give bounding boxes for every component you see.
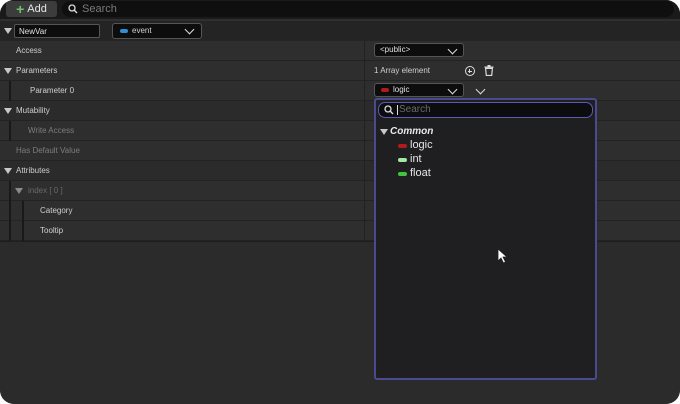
access-value: <public> bbox=[380, 45, 411, 54]
category-label: Category bbox=[40, 206, 73, 215]
logic-color-pill bbox=[398, 144, 407, 148]
indent-guide bbox=[9, 81, 11, 101]
add-button-label: Add bbox=[27, 3, 47, 15]
type-item-int[interactable]: int bbox=[410, 153, 422, 165]
indent-guide bbox=[22, 201, 24, 241]
int-color-pill bbox=[398, 158, 407, 162]
parameters-label: Parameters bbox=[16, 66, 58, 75]
add-element-icon[interactable] bbox=[465, 66, 475, 76]
parameter-0-label: Parameter 0 bbox=[30, 86, 75, 95]
variable-type-dropdown[interactable]: event bbox=[112, 23, 202, 39]
type-color-pill bbox=[120, 29, 128, 33]
plus-icon: + bbox=[16, 1, 25, 17]
mouse-cursor-icon bbox=[497, 248, 509, 264]
add-button[interactable]: + Add bbox=[6, 1, 57, 17]
trash-icon[interactable] bbox=[484, 65, 494, 76]
app-window: + Add Search NewVar event Access <public… bbox=[0, 0, 680, 404]
type-item-logic[interactable]: logic bbox=[410, 139, 433, 151]
search-icon bbox=[384, 105, 394, 115]
access-label: Access bbox=[16, 46, 42, 55]
mutability-label: Mutability bbox=[16, 106, 50, 115]
indent-guide bbox=[9, 181, 11, 241]
chevron-down-icon bbox=[447, 44, 458, 55]
type-picker-popup: Search Common logic int float bbox=[374, 98, 597, 380]
chevron-down-icon bbox=[447, 84, 458, 95]
chevron-down-icon bbox=[184, 24, 195, 35]
expand-chevron-icon[interactable] bbox=[475, 84, 486, 95]
toolbar: + Add Search bbox=[0, 0, 680, 19]
search-icon bbox=[68, 4, 78, 14]
type-color-pill bbox=[381, 88, 389, 92]
write-access-label: Write Access bbox=[28, 126, 75, 135]
collapse-arrow-icon[interactable] bbox=[4, 108, 12, 114]
popup-search-placeholder: Search bbox=[399, 104, 431, 115]
collapse-arrow-icon[interactable] bbox=[4, 168, 12, 174]
popup-search-input[interactable]: Search bbox=[378, 102, 593, 118]
access-dropdown[interactable]: <public> bbox=[374, 43, 464, 57]
parameters-count: 1 Array element bbox=[374, 66, 431, 75]
row-parameters: Parameters 1 Array element bbox=[0, 61, 680, 81]
collapse-arrow-icon[interactable] bbox=[4, 68, 12, 74]
column-divider bbox=[364, 41, 365, 241]
row-access: Access <public> bbox=[0, 41, 680, 61]
parameter-0-type-dropdown[interactable]: logic bbox=[374, 83, 464, 97]
indent-guide bbox=[9, 121, 11, 141]
search-placeholder: Search bbox=[82, 3, 117, 15]
has-default-label: Has Default Value bbox=[16, 146, 80, 155]
text-caret bbox=[397, 105, 398, 115]
variable-name-input[interactable]: NewVar bbox=[14, 24, 100, 38]
category-common[interactable]: Common bbox=[390, 126, 433, 137]
collapse-arrow-icon[interactable] bbox=[380, 129, 388, 135]
collapse-arrow-icon[interactable] bbox=[4, 28, 12, 34]
type-label: event bbox=[132, 26, 152, 35]
variable-header: NewVar event bbox=[0, 21, 680, 41]
collapse-arrow-icon[interactable] bbox=[15, 188, 23, 194]
attributes-label: Attributes bbox=[16, 166, 50, 175]
tooltip-label: Tooltip bbox=[40, 226, 64, 235]
type-item-float[interactable]: float bbox=[410, 167, 431, 179]
index-label: index [ 0 ] bbox=[28, 186, 63, 195]
parameter-0-type: logic bbox=[393, 85, 410, 94]
search-bar[interactable]: Search bbox=[62, 1, 674, 17]
float-color-pill bbox=[398, 172, 407, 176]
